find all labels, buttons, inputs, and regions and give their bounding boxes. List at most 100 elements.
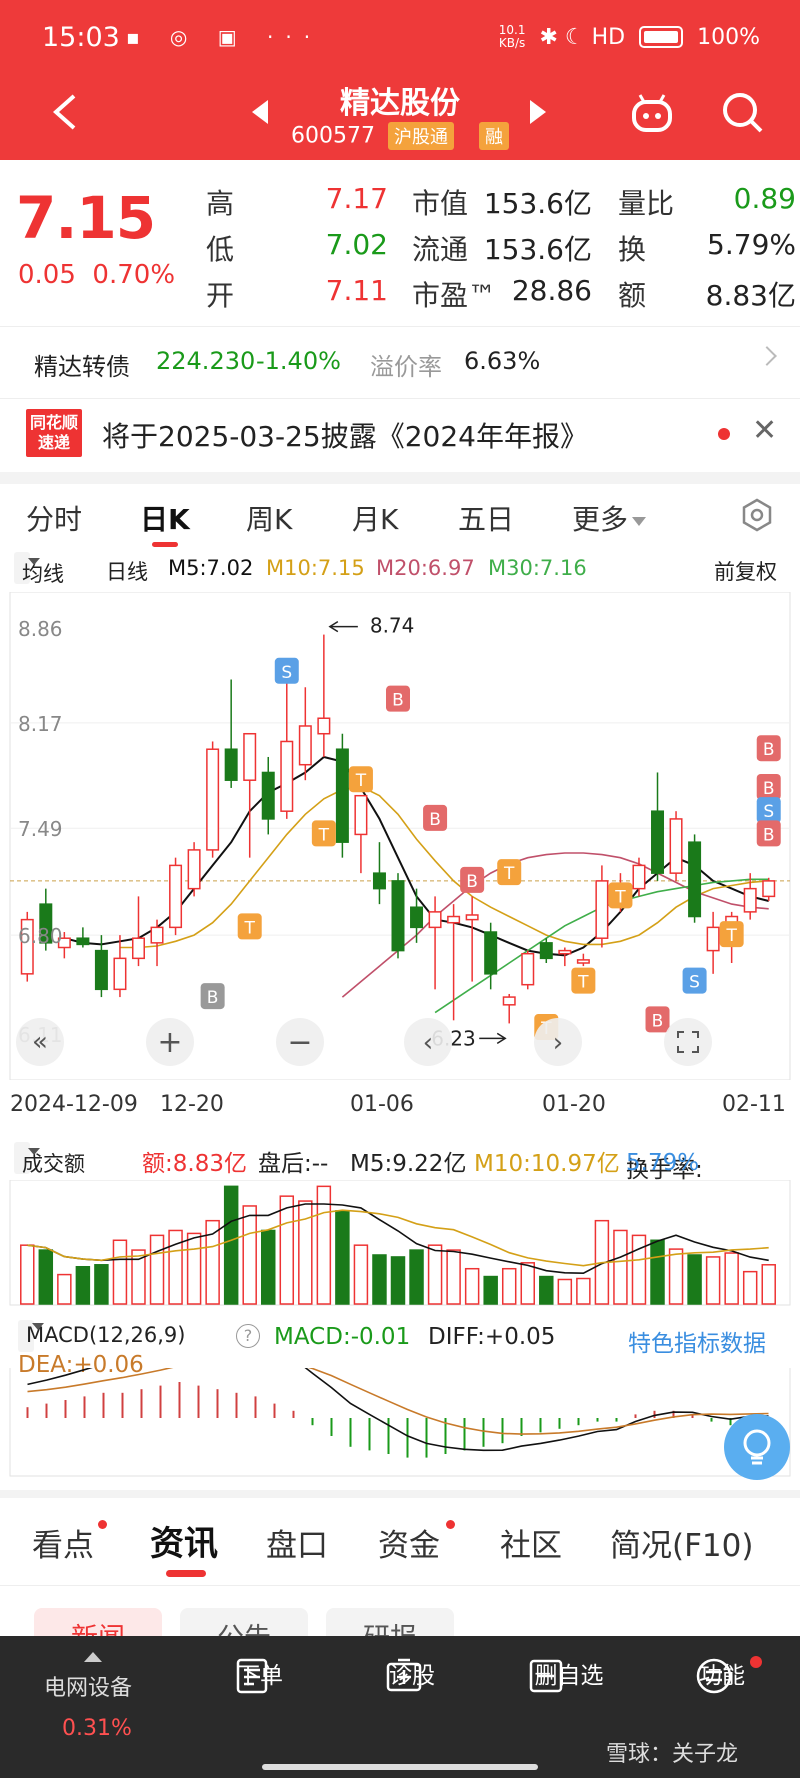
candle-body: [465, 914, 479, 921]
ma-legend: 均线 日线 M5:7.02 M10:7.15 M20:6.97 M30:7.16…: [0, 550, 800, 586]
tab-news[interactable]: 资讯: [150, 1516, 218, 1565]
signal-letter: S: [689, 973, 700, 993]
candle: [224, 679, 238, 788]
diagnose-plus-icon: [386, 1658, 422, 1692]
kline-chart[interactable]: BTSTTBBBTTTTBSTBBSB 8.868.177.496.806.11…: [0, 592, 800, 1080]
tab-order-book[interactable]: 盘口: [266, 1520, 328, 1565]
tab-community[interactable]: 社区: [500, 1520, 562, 1565]
volume-bar: [668, 1248, 684, 1305]
indicator-selector[interactable]: MACD(12,26,9): [18, 1320, 186, 1352]
news-subtabs: 新闻 公告 研报: [0, 1600, 800, 1640]
help-icon[interactable]: ?: [236, 1324, 260, 1348]
quote-value: 7.02: [325, 228, 388, 261]
order-button[interactable]: 下单: [232, 1656, 288, 1694]
diagnose-button[interactable]: 诊股: [384, 1656, 440, 1692]
convertible-bond-row[interactable]: 精达转债 224.230 -1.40% 溢价率 6.63%: [0, 326, 800, 394]
volume-bar: [724, 1252, 739, 1305]
announcement-banner[interactable]: 同花顺 速递 将于2025-03-25披露《2024年年报》 ✕: [0, 398, 800, 468]
insight-button[interactable]: [724, 1414, 790, 1480]
tab-highlights[interactable]: 看点: [32, 1520, 94, 1565]
volume-selector[interactable]: 成交额: [14, 1142, 85, 1176]
tab-five-day[interactable]: 五日: [458, 498, 514, 538]
volume-m5: M5:9.22亿: [350, 1151, 467, 1177]
macd-chart[interactable]: [0, 1368, 800, 1478]
candle: [595, 865, 609, 948]
candle-body: [688, 841, 702, 918]
tab-more[interactable]: 更多: [572, 498, 647, 538]
candle: [113, 935, 127, 998]
candle: [169, 857, 183, 936]
chart-nav-controls: « + − ‹ ›: [16, 1018, 712, 1066]
candle: [762, 877, 776, 902]
candle-body: [558, 949, 572, 955]
home-indicator[interactable]: [262, 1764, 538, 1770]
signal-marker: B: [756, 820, 781, 847]
fullscreen-button[interactable]: [664, 1018, 712, 1066]
volume-bar: [75, 1265, 91, 1305]
volume-bar: [446, 1249, 461, 1305]
double-chevron-left-icon: «: [32, 1027, 48, 1057]
ma10-value: M10:7.15: [266, 556, 365, 580]
sector-change: 0.31%: [62, 1716, 132, 1741]
quote-panel: 7.15 0.05 0.70% 高 7.17 低 7.02 开 7.11 市值 153.6亿流…: [0, 160, 800, 320]
adjust-mode[interactable]: 前复权: [714, 556, 777, 586]
ma5-value: M5:7.02: [168, 556, 254, 580]
expand-up-icon[interactable]: [84, 1652, 102, 1662]
signal-marker: S: [274, 657, 299, 684]
quote-value: 7.11: [325, 274, 388, 307]
signal-letter: T: [503, 864, 515, 884]
settings-hexagon-icon[interactable]: [740, 498, 774, 532]
volume-bar: [38, 1249, 54, 1305]
volume-bar: [631, 1234, 647, 1305]
signal-letter: B: [763, 740, 775, 760]
candle-body: [243, 732, 257, 781]
candle: [502, 993, 516, 1024]
candle-body: [335, 748, 349, 843]
volume-bar: [501, 1267, 517, 1305]
date-label: 02-11: [722, 1092, 786, 1117]
candle-body: [261, 771, 275, 820]
chevron-right-icon: ›: [553, 1028, 563, 1058]
tab-badge-dot: [98, 1520, 107, 1529]
dea-line: [27, 1368, 769, 1435]
candle-body: [187, 849, 201, 890]
signal-letter: T: [577, 973, 589, 993]
candle-body: [372, 872, 386, 890]
tab-f10[interactable]: 简况(F10): [610, 1520, 753, 1565]
signal-letter: T: [725, 926, 737, 946]
volume-chart[interactable]: [0, 1180, 800, 1306]
signal-marker: T: [571, 967, 596, 994]
function-button[interactable]: 功能: [694, 1656, 750, 1694]
quote-value: 153.6亿: [483, 187, 592, 220]
candle-body: [280, 740, 294, 812]
nav-bar: 精达股份 600577 沪股通 融: [0, 72, 800, 160]
price-change: 0.05 0.70%: [18, 260, 176, 290]
special-indicator-link[interactable]: 特色指标数据: [628, 1324, 766, 1358]
quote-label: 高: [206, 187, 235, 220]
candle: [576, 953, 590, 967]
volume-bar: [353, 1244, 369, 1305]
sector-name[interactable]: 电网设备: [44, 1670, 132, 1702]
signal-marker: T: [237, 913, 262, 940]
tab-intraday[interactable]: 分时: [26, 498, 82, 538]
volume-bar: [186, 1232, 202, 1305]
robot-assistant-icon[interactable]: [628, 90, 676, 138]
section-divider: [0, 472, 800, 484]
volume-bar: [223, 1185, 239, 1305]
search-icon[interactable]: [718, 88, 766, 136]
signal-marker: B: [645, 1006, 670, 1033]
tab-daily-k[interactable]: 日K: [140, 498, 190, 538]
volume-bar: [742, 1270, 758, 1305]
quote-value: 5.79%: [707, 228, 796, 261]
close-icon[interactable]: ✕: [752, 413, 777, 448]
next-stock-icon[interactable]: [530, 100, 546, 124]
tab-monthly-k[interactable]: 月K: [352, 498, 398, 538]
tab-weekly-k[interactable]: 周K: [246, 498, 292, 538]
watermark-text: 雪球：关子龙: [606, 1742, 739, 1767]
remove-watchlist-button[interactable]: 删自选: [526, 1656, 612, 1693]
candle: [317, 634, 331, 757]
tab-capital[interactable]: 资金: [378, 1520, 440, 1565]
candle-body: [94, 949, 108, 991]
ma-selector[interactable]: 均线: [14, 552, 64, 586]
candle: [131, 896, 145, 967]
